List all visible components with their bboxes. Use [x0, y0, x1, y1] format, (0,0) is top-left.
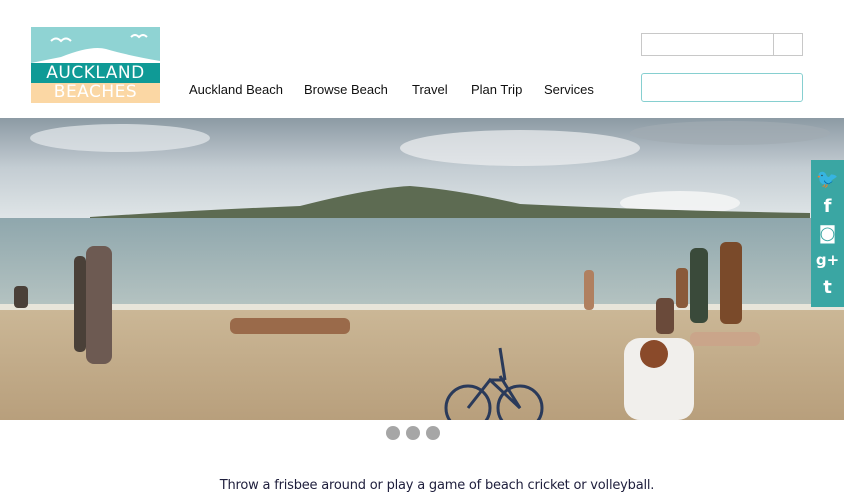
social-sidebar: 🐦 f ◙ g+ t [811, 160, 844, 307]
hero-caption: Throw a frisbee around or play a game of… [219, 478, 655, 493]
twitter-icon[interactable]: 🐦 [811, 166, 844, 193]
slider-dots [386, 426, 446, 440]
nav-item-auckland-beach[interactable]: Auckland Beach [189, 82, 283, 97]
page: AUCKLAND BEACHES Auckland Beach Browse B… [0, 0, 844, 496]
search-input[interactable] [642, 34, 774, 55]
logo-line-2: BEACHES [53, 82, 138, 102]
slider-dot-1[interactable] [386, 426, 400, 440]
tumblr-icon[interactable]: t [811, 274, 844, 301]
nav-item-browse-beach[interactable]: Browse Beach [304, 82, 388, 97]
logo-line-1: AUCKLAND [46, 63, 145, 83]
slider-dot-2[interactable] [406, 426, 420, 440]
facebook-icon[interactable]: f [811, 193, 844, 220]
nav-item-travel[interactable]: Travel [412, 82, 448, 97]
secondary-input[interactable] [641, 73, 803, 102]
search-button[interactable] [774, 34, 802, 55]
search-box [641, 33, 803, 56]
nav-item-services[interactable]: Services [544, 82, 594, 97]
logo-birds-island-icon [31, 34, 160, 63]
hero-image [0, 118, 844, 420]
site-logo[interactable]: AUCKLAND BEACHES [31, 27, 160, 103]
google-plus-icon[interactable]: g+ [811, 247, 844, 274]
slider-dot-3[interactable] [426, 426, 440, 440]
nav-item-plan-trip[interactable]: Plan Trip [471, 82, 522, 97]
instagram-icon[interactable]: ◙ [811, 220, 844, 247]
